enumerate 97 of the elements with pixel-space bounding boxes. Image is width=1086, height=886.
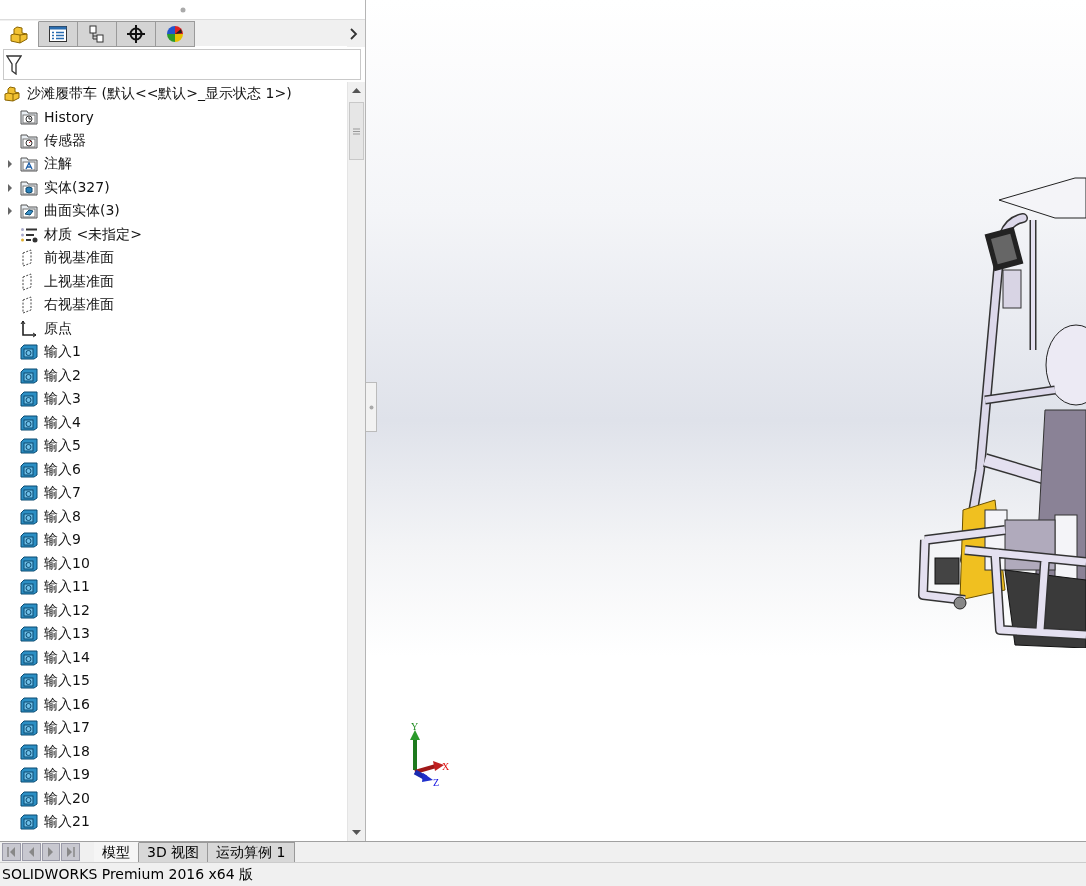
tree-item-label[interactable]: 输入21: [42, 813, 90, 832]
crosshair-icon: [127, 25, 145, 43]
chevron-right-icon[interactable]: [350, 28, 358, 40]
tree-item-label[interactable]: 输入16: [42, 695, 90, 714]
imported-body-icon: [20, 508, 38, 525]
tree-item-label[interactable]: 输入2: [42, 366, 81, 385]
imported-body-icon: [20, 720, 38, 737]
tree-item-label[interactable]: 输入4: [42, 413, 81, 432]
previous-sheet-button[interactable]: [21, 843, 41, 862]
part-icon: [9, 25, 29, 44]
tree-item-label[interactable]: 输入18: [42, 742, 90, 761]
filter-icon: [6, 54, 22, 75]
history-folder-icon: [20, 109, 38, 126]
sheet-tab[interactable]: 3D 视图: [139, 842, 209, 863]
expand-arrow-icon[interactable]: [7, 206, 13, 217]
tree-item-label[interactable]: 输入14: [42, 648, 90, 667]
tree-item-label[interactable]: 输入12: [42, 601, 90, 620]
imported-body-icon: [20, 532, 38, 549]
grip-dot-icon[interactable]: [179, 6, 186, 13]
plane-icon: [20, 296, 34, 315]
tree-item-label[interactable]: 注解: [42, 155, 72, 174]
tree-item-label[interactable]: 输入13: [42, 625, 90, 644]
imported-body-icon: [20, 626, 38, 643]
tree-item-label[interactable]: 输入10: [42, 554, 90, 573]
sheet-tab[interactable]: 运动算例 1: [208, 842, 295, 863]
scroll-down-icon[interactable]: [352, 830, 361, 836]
scroll-up-icon[interactable]: [352, 88, 361, 93]
tree-item-label[interactable]: 右视基准面: [42, 296, 114, 315]
tree-item-label[interactable]: 沙滩履带车 (默认<<默认>_显示状态 1>): [25, 84, 292, 103]
skip-last-icon: [66, 847, 75, 858]
tree-item-label[interactable]: 输入20: [42, 789, 90, 808]
sheet-tab[interactable]: 模型: [94, 842, 139, 863]
skip-first-icon: [7, 847, 16, 858]
tree-item-label[interactable]: 输入3: [42, 390, 81, 409]
annotation-folder-icon: [20, 156, 38, 173]
imported-body-icon: [20, 814, 38, 831]
expand-arrow-icon[interactable]: [7, 182, 13, 193]
tree-item-label[interactable]: 输入11: [42, 578, 90, 597]
expand-arrow-icon[interactable]: [7, 159, 13, 170]
tree-item-label[interactable]: 输入9: [42, 531, 81, 550]
imported-body-icon: [20, 391, 38, 408]
status-text: SOLIDWORKS Premium 2016 x64 版: [2, 865, 254, 884]
x-axis-label: X: [442, 761, 450, 772]
tree-item-label[interactable]: 输入6: [42, 460, 81, 479]
tree-item-label[interactable]: 实体(327): [42, 178, 110, 197]
first-sheet-button[interactable]: [2, 843, 21, 862]
tree-item-label[interactable]: 输入7: [42, 484, 81, 503]
tree-item-label[interactable]: 输入15: [42, 672, 90, 691]
imported-body-icon: [20, 602, 38, 619]
next-sheet-button[interactable]: [41, 843, 61, 862]
filter-field[interactable]: [3, 49, 361, 80]
splitter-handle[interactable]: [366, 382, 377, 432]
tree-item-label[interactable]: 前视基准面: [42, 249, 114, 268]
y-axis-label: Y: [411, 722, 419, 732]
tree-item-label[interactable]: 输入17: [42, 719, 90, 738]
imported-body-icon: [20, 367, 38, 384]
panel-tab[interactable]: [39, 21, 78, 47]
tree-item-label[interactable]: 传感器: [42, 131, 86, 150]
imported-body-icon: [20, 767, 38, 784]
color-wheel-icon: [166, 25, 184, 43]
property-list-icon: [49, 26, 67, 42]
imported-body-icon: [20, 414, 38, 431]
imported-body-icon: [20, 696, 38, 713]
last-sheet-button[interactable]: [61, 843, 80, 862]
scrollbar-thumb[interactable]: [349, 102, 364, 160]
imported-body-icon: [20, 579, 38, 596]
panel-tab[interactable]: [117, 21, 156, 47]
tree-item-label[interactable]: 输入19: [42, 766, 90, 785]
gauge-folder-icon: [20, 132, 38, 149]
surface-folder-icon: [20, 203, 38, 220]
imported-body-icon: [20, 461, 38, 478]
plane-icon: [20, 249, 34, 268]
tree-item-label[interactable]: 曲面实体(3): [42, 202, 120, 221]
imported-body-icon: [20, 555, 38, 572]
tree-item-label[interactable]: 输入8: [42, 507, 81, 526]
tree-item-label[interactable]: 原点: [42, 319, 72, 338]
tree-item-label[interactable]: 上视基准面: [42, 272, 114, 291]
imported-body-icon: [20, 790, 38, 807]
cube-folder-icon: [20, 179, 38, 196]
imported-body-icon: [20, 438, 38, 455]
tree-item-label[interactable]: History: [42, 109, 94, 126]
next-icon: [47, 847, 54, 858]
tree-item-label[interactable]: 材质 <未指定>: [42, 225, 142, 244]
imported-body-icon: [20, 673, 38, 690]
plane-icon: [20, 272, 34, 291]
material-list-icon: [20, 226, 38, 243]
imported-body-icon: [20, 344, 38, 361]
tree-item-label[interactable]: 输入1: [42, 343, 81, 362]
configuration-tree-icon: [89, 25, 105, 43]
z-axis-label: Z: [433, 777, 440, 786]
part-icon: [3, 85, 21, 102]
origin-icon: [20, 319, 38, 338]
tree-item-label[interactable]: 输入5: [42, 437, 81, 456]
imported-body-icon: [20, 743, 38, 760]
previous-icon: [28, 847, 35, 858]
imported-body-icon: [20, 485, 38, 502]
imported-body-icon: [20, 649, 38, 666]
